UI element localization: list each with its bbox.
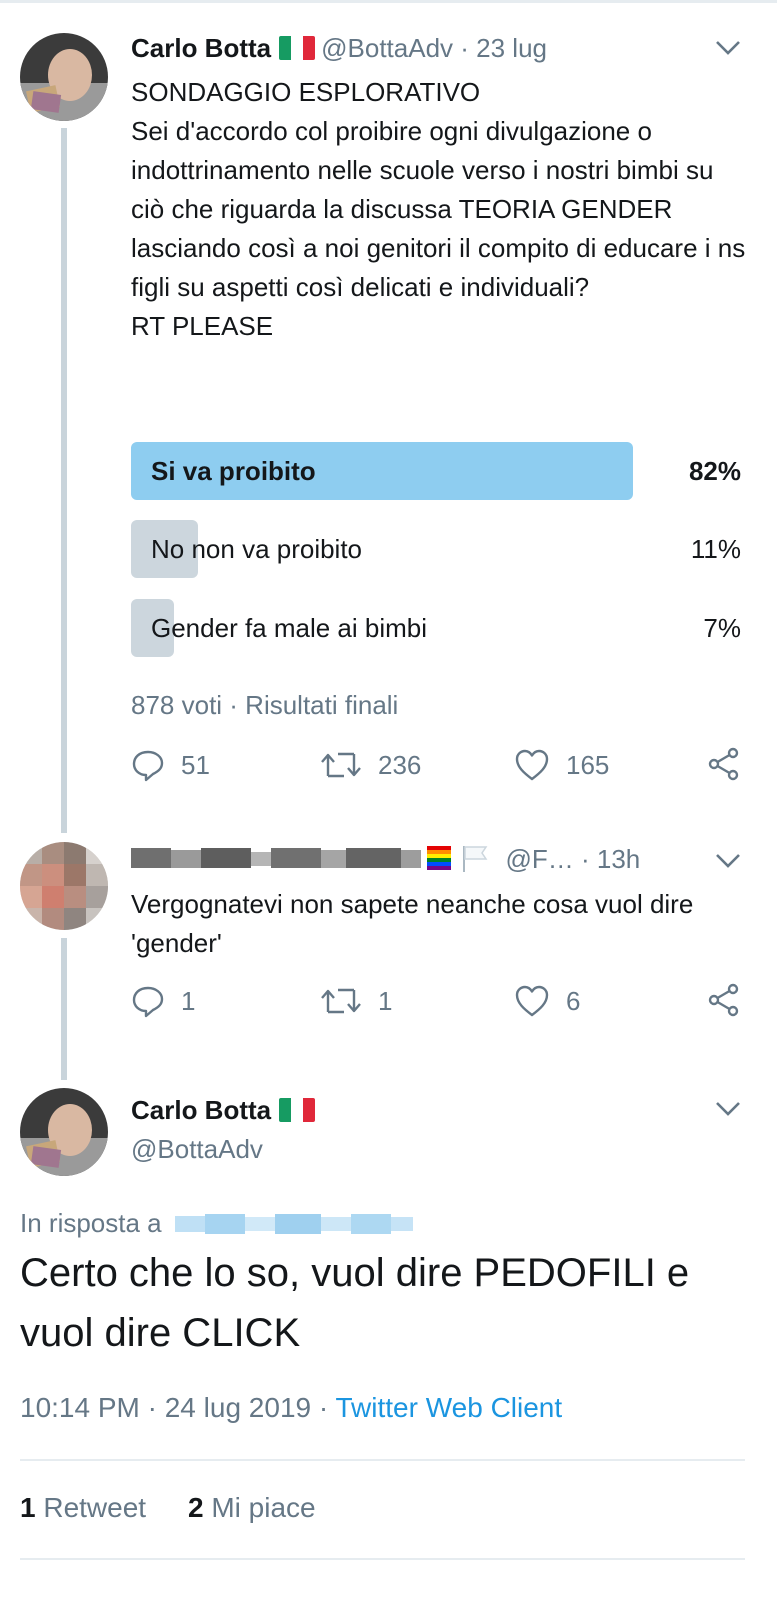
like-button[interactable]: 165: [514, 745, 609, 785]
thread-line: [61, 938, 67, 1080]
heart-icon: [515, 985, 549, 1017]
tweet-time[interactable]: · 23 lug: [460, 33, 547, 63]
reply-icon: [132, 750, 164, 782]
author-name[interactable]: Carlo Botta: [131, 33, 271, 63]
reply-count: 51: [181, 749, 210, 780]
heart-icon: [515, 749, 549, 781]
poll-label: No non va proibito: [151, 534, 363, 564]
author-handle[interactable]: @BottaAdv: [131, 1134, 263, 1165]
author-handle[interactable]: @F…: [505, 844, 573, 874]
tweet-header: @F… · 13h: [131, 844, 640, 875]
tweet-text: Vergognatevi non sapete neanche cosa vuo…: [131, 889, 694, 958]
like-stat[interactable]: 2 Mi piace: [188, 1492, 316, 1524]
share-icon[interactable]: [707, 983, 741, 1022]
divider: [20, 1459, 745, 1461]
chevron-down-icon[interactable]: [715, 853, 741, 869]
author-handle[interactable]: @BottaAdv: [321, 33, 453, 63]
italy-flag-icon: [279, 36, 316, 60]
poll-option: No non va proibito 11%: [131, 520, 741, 578]
retweet-button[interactable]: 236: [320, 745, 421, 785]
client-link[interactable]: Twitter Web Client: [335, 1392, 562, 1423]
retweet-button[interactable]: 1: [320, 981, 392, 1021]
pixelated-name: [131, 844, 451, 872]
share-icon[interactable]: [707, 747, 741, 786]
reply-button[interactable]: 1: [131, 981, 195, 1021]
avatar[interactable]: [20, 1088, 108, 1176]
tweet-text: Certo che lo so, vuol dire PEDOFILI e vu…: [20, 1251, 690, 1355]
reply-count: 1: [181, 985, 196, 1016]
retweet-count: 1: [378, 985, 393, 1016]
like-stat-count: 2: [188, 1492, 204, 1523]
chevron-down-icon[interactable]: [715, 40, 741, 56]
retweet-icon: [321, 752, 361, 778]
like-button[interactable]: 6: [514, 981, 580, 1021]
poll-percent: 82%: [688, 456, 741, 486]
poll-label: Gender fa male ai bimbi: [151, 613, 428, 643]
author-name[interactable]: Carlo Botta: [131, 1095, 271, 1125]
poll-option: Si va proibito 82%: [131, 442, 741, 500]
like-count: 6: [566, 985, 581, 1016]
reply-context: In risposta a: [20, 1208, 413, 1239]
white-flag-icon: [463, 846, 488, 872]
tweet-header: Carlo Botta @BottaAdv · 23 lug: [131, 33, 547, 64]
tweet-timestamp-row: 10:14 PM · 24 lug 2019 · Twitter Web Cli…: [20, 1392, 562, 1424]
avatar[interactable]: [20, 33, 108, 121]
tweet-timestamp[interactable]: 10:14 PM · 24 lug 2019 ·: [20, 1392, 328, 1423]
italy-flag-icon: [279, 1098, 316, 1122]
poll-meta: 878 voti · Risultati finali: [131, 690, 399, 720]
tweet-time[interactable]: · 13h: [581, 844, 640, 874]
top-divider: [0, 0, 777, 3]
thread-line: [61, 128, 67, 833]
reply-button[interactable]: 51: [131, 745, 210, 785]
avatar[interactable]: [20, 842, 108, 930]
poll-percent: 11%: [690, 534, 741, 564]
retweet-count: 236: [378, 749, 422, 780]
reply-icon: [132, 986, 164, 1018]
poll-label: Si va proibito: [151, 456, 316, 486]
like-stat-label: Mi piace: [211, 1492, 316, 1523]
tweet-header: Carlo Botta: [131, 1095, 321, 1126]
retweet-icon: [321, 988, 361, 1014]
retweet-stat[interactable]: 1 Retweet: [20, 1492, 146, 1524]
pixelated-mention[interactable]: [174, 1211, 413, 1237]
retweet-stat-label: Retweet: [43, 1492, 147, 1523]
poll-percent: 7%: [703, 613, 741, 643]
like-count: 165: [566, 749, 610, 780]
poll-option: Gender fa male ai bimbi 7%: [131, 599, 741, 657]
chevron-down-icon[interactable]: [715, 1101, 741, 1117]
divider: [20, 1558, 745, 1560]
tweet-text: SONDAGGIO ESPLORATIVO Sei d'accordo col …: [131, 77, 746, 341]
reply-to-label: In risposta a: [20, 1208, 162, 1238]
retweet-stat-count: 1: [20, 1492, 36, 1523]
